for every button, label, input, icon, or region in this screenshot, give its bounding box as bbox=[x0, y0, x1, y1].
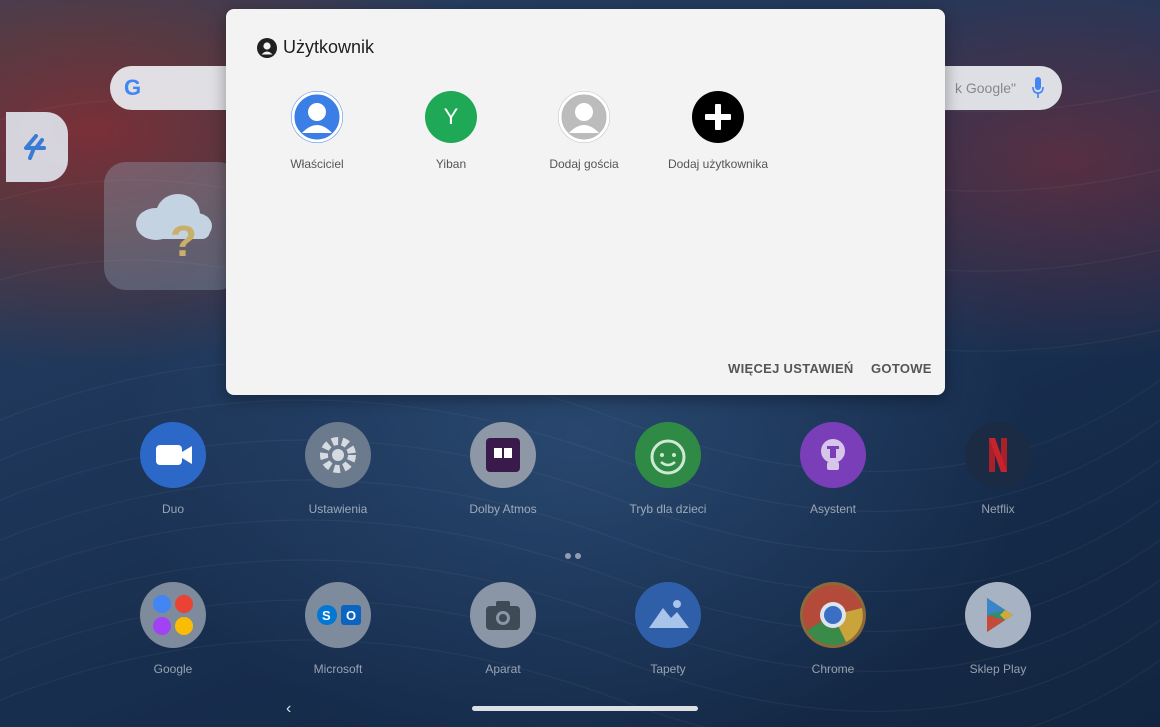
home-gesture-bar[interactable] bbox=[472, 706, 698, 711]
app-label: Asystent bbox=[809, 502, 857, 516]
camera-icon bbox=[470, 582, 536, 648]
dolby-logo-icon bbox=[486, 438, 520, 472]
app-label: Dolby Atmos bbox=[469, 502, 537, 516]
navigation-bar: ‹ bbox=[0, 690, 1160, 727]
done-button[interactable]: GOTOWE bbox=[871, 361, 932, 376]
user-label: Dodaj gościa bbox=[549, 157, 619, 171]
chrome-icon bbox=[800, 582, 866, 648]
app-netflix[interactable]: Netflix bbox=[943, 422, 1053, 516]
google-g-icon: G bbox=[124, 75, 142, 100]
weather-widget[interactable]: ? bbox=[104, 162, 240, 290]
user-yiban[interactable]: Y Yiban bbox=[391, 91, 511, 171]
svg-text:S: S bbox=[322, 608, 331, 623]
guest-avatar bbox=[558, 91, 610, 143]
app-label: Ustawienia bbox=[308, 502, 368, 516]
yiban-avatar: Y bbox=[425, 91, 477, 143]
add-guest-button[interactable]: Dodaj gościa bbox=[524, 91, 644, 171]
app-microsoft-folder[interactable]: S O Microsoft bbox=[283, 582, 393, 676]
app-chrome[interactable]: Chrome bbox=[778, 582, 888, 676]
gear-icon bbox=[320, 437, 356, 473]
plus-icon bbox=[705, 104, 731, 130]
user-label: Yiban bbox=[435, 157, 467, 171]
app-label: Sklep Play bbox=[969, 662, 1027, 676]
play-store-icon bbox=[965, 582, 1031, 648]
app-label: Netflix bbox=[981, 502, 1015, 516]
lightbulb-icon bbox=[821, 439, 845, 470]
avatar-initial: Y bbox=[443, 104, 459, 129]
netflix-icon bbox=[965, 422, 1031, 488]
svg-text:O: O bbox=[346, 608, 356, 623]
dialog-title: Użytkownik bbox=[257, 37, 374, 58]
dialog-title-text: Użytkownik bbox=[283, 37, 375, 57]
google-folder-icon bbox=[140, 582, 206, 648]
camera-body-icon bbox=[486, 601, 520, 630]
lightning-icon bbox=[24, 134, 46, 160]
chrome-logo-icon bbox=[803, 585, 863, 645]
app-settings[interactable]: Ustawienia bbox=[283, 422, 393, 516]
person-icon bbox=[257, 37, 277, 58]
folder-grid-icon bbox=[153, 595, 193, 635]
app-label: Aparat bbox=[485, 662, 521, 676]
app-duo[interactable]: Duo bbox=[118, 422, 228, 516]
svg-text:?: ? bbox=[170, 217, 197, 266]
page-dot bbox=[575, 553, 581, 559]
user-dialog: Użytkownik Właściciel Y Yiban Dodaj gośc… bbox=[226, 9, 945, 395]
video-camera-icon bbox=[156, 445, 192, 465]
assistant-icon bbox=[800, 422, 866, 488]
app-dolby-atmos[interactable]: Dolby Atmos bbox=[448, 422, 558, 516]
person-icon bbox=[291, 91, 343, 143]
baby-face-icon bbox=[650, 439, 686, 475]
skype-outlook-icon: S O bbox=[317, 605, 361, 625]
play-triangle-icon bbox=[987, 598, 1013, 632]
wallpapers-icon bbox=[635, 582, 701, 648]
app-camera[interactable]: Aparat bbox=[448, 582, 558, 676]
mountains-icon bbox=[649, 600, 689, 628]
user-label: Właściciel bbox=[290, 157, 344, 171]
add-user-button[interactable]: Dodaj użytkownika bbox=[658, 91, 778, 171]
search-hint: k Google" bbox=[954, 80, 1016, 96]
kids-icon bbox=[635, 422, 701, 488]
netflix-n-icon bbox=[989, 438, 1007, 472]
app-label: Tapety bbox=[650, 662, 686, 676]
microsoft-folder-icon: S O bbox=[305, 582, 371, 648]
app-play-store[interactable]: Sklep Play bbox=[943, 582, 1053, 676]
app-label: Tryb dla dzieci bbox=[629, 502, 707, 516]
duo-icon bbox=[140, 422, 206, 488]
user-owner[interactable]: Właściciel bbox=[257, 91, 377, 171]
more-settings-button[interactable]: WIĘCEJ USTAWIEŃ bbox=[728, 361, 854, 376]
app-wallpapers[interactable]: Tapety bbox=[613, 582, 723, 676]
page-dot bbox=[565, 553, 571, 559]
guest-person-icon bbox=[558, 91, 610, 143]
dolby-icon bbox=[470, 422, 536, 488]
app-google-folder[interactable]: Google bbox=[118, 582, 228, 676]
owner-avatar bbox=[291, 91, 343, 143]
app-label: Chrome bbox=[811, 662, 855, 676]
app-label: Google bbox=[153, 662, 193, 676]
user-label: Dodaj użytkownika bbox=[667, 157, 769, 171]
cloud-question-icon: ? bbox=[136, 194, 212, 266]
side-panel-handle[interactable] bbox=[6, 112, 68, 182]
settings-icon bbox=[305, 422, 371, 488]
mic-icon[interactable] bbox=[1032, 77, 1044, 99]
app-label: Microsoft bbox=[313, 662, 363, 676]
app-assistant[interactable]: Asystent bbox=[778, 422, 888, 516]
page-indicator bbox=[565, 546, 585, 564]
add-user-avatar bbox=[692, 91, 744, 143]
chevron-left-icon[interactable]: ‹ bbox=[286, 700, 291, 718]
app-kids-mode[interactable]: Tryb dla dzieci bbox=[613, 422, 723, 516]
app-label: Duo bbox=[161, 502, 184, 516]
